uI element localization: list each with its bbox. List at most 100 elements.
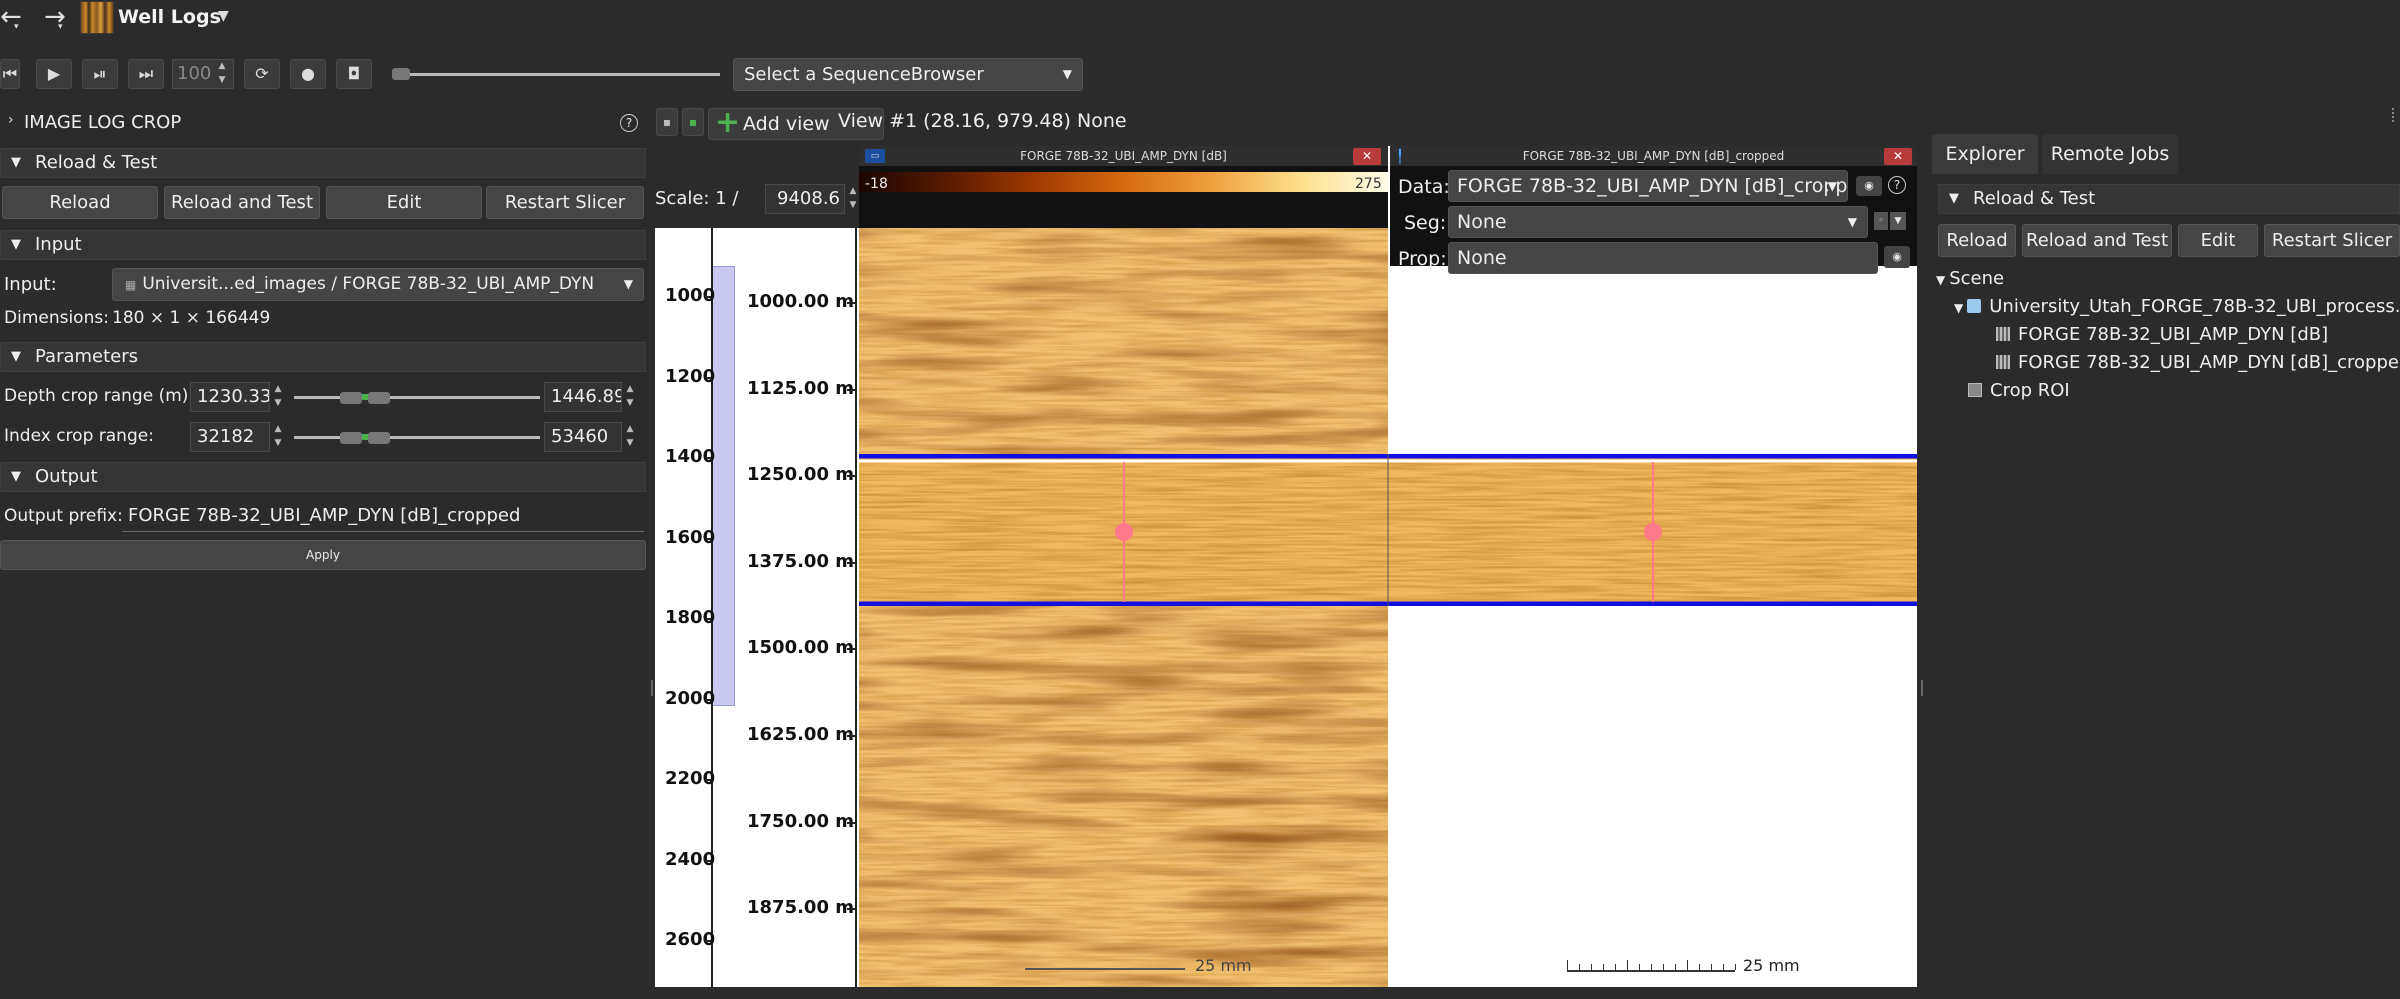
reload-and-test-button[interactable]: Reload and Test	[2022, 224, 2172, 257]
output-prefix-label: Output prefix:	[4, 506, 123, 526]
image-log-original[interactable]	[859, 228, 1388, 987]
chevron-down-icon[interactable]: ▼	[1890, 212, 1906, 230]
reload-button[interactable]: Reload	[2, 186, 158, 219]
track-settings-icon[interactable]: ▭	[865, 149, 885, 163]
splitter-handle[interactable]	[1921, 680, 1923, 696]
index-range-track[interactable]	[294, 436, 540, 439]
help-icon[interactable]: ?	[620, 114, 638, 132]
reload-and-test-button[interactable]: Reload and Test	[164, 186, 320, 219]
depth-tick-mark	[705, 940, 711, 942]
sequence-slider-handle[interactable]	[392, 68, 410, 80]
depth-max-input[interactable]: 1446.89	[544, 382, 622, 412]
tab-explorer[interactable]: Explorer	[1932, 134, 2038, 174]
forward-dropdown-icon[interactable]: ▾	[58, 22, 63, 32]
index-min-input[interactable]: 32182	[190, 422, 270, 452]
input-section-header[interactable]: ▼ Input	[0, 230, 646, 260]
depth-max-spinner[interactable]: ▲ ▼	[622, 382, 638, 412]
view-info-text: View #1 (28.16, 979.48) None	[838, 110, 1127, 132]
depth-range-bar[interactable]	[711, 266, 735, 706]
index-max-spinner[interactable]: ▲ ▼	[622, 422, 638, 452]
scalebar-tick	[1663, 964, 1664, 970]
play-button[interactable]: ▶	[36, 59, 72, 89]
sequence-slider-track[interactable]	[394, 73, 720, 76]
close-icon[interactable]: ✕	[1884, 148, 1912, 165]
collapse-triangle-icon: ▼	[11, 155, 21, 170]
tree-item-volume-cropped[interactable]: FORGE 78B-32_UBI_AMP_DYN [dB]_cropped	[1996, 352, 2400, 373]
tree-folder[interactable]: ▼ University_Utah_FORGE_78B-32_UBI_proces…	[1954, 296, 2400, 317]
restart-slicer-button[interactable]: Restart Slicer	[2264, 224, 2400, 257]
last-frame-button[interactable]: ⏭	[128, 59, 164, 89]
plus-icon: +	[715, 105, 741, 140]
seg-select[interactable]: None ▼	[1448, 206, 1868, 238]
data-label: Data:	[1398, 176, 1450, 198]
tree-item-roi[interactable]: Crop ROI	[1968, 380, 2070, 401]
record-button[interactable]: ●	[290, 59, 326, 89]
prop-select[interactable]: None	[1448, 242, 1878, 274]
depth-range-track[interactable]	[294, 396, 540, 399]
tab-remote-jobs[interactable]: Remote Jobs	[2042, 134, 2178, 174]
data-select[interactable]: FORGE 78B-32_UBI_AMP_DYN [dB]_cropped ▼	[1448, 170, 1848, 202]
depth-range-max-handle[interactable]	[368, 392, 390, 404]
module-title[interactable]: Well Logs	[118, 6, 221, 28]
depth-min-spinner[interactable]: ▲ ▼	[270, 382, 286, 412]
frame-spinner[interactable]: ▲ ▼	[214, 59, 230, 89]
depth-min-input[interactable]: 1230.33	[190, 382, 270, 412]
output-prefix-input[interactable]: FORGE 78B-32_UBI_AMP_DYN [dB]_cropped	[122, 502, 644, 532]
eye-icon[interactable]: ◉	[1856, 176, 1882, 196]
reload-test-section-header[interactable]: ▼ Reload & Test	[0, 148, 646, 178]
depth-range-min-handle[interactable]	[340, 392, 362, 404]
cropped-band[interactable]	[859, 454, 1917, 606]
close-icon[interactable]: ✕	[1353, 148, 1381, 165]
tree-scene[interactable]: ▼ Scene	[1936, 268, 2004, 289]
index-crop-label: Index crop range:	[4, 426, 154, 446]
scalebar-tick	[1675, 964, 1676, 970]
index-min-spinner[interactable]: ▲ ▼	[270, 422, 286, 452]
back-dropdown-icon[interactable]: ▾	[14, 22, 19, 32]
index-max-input[interactable]: 53460	[544, 422, 622, 452]
folder-icon	[1967, 299, 1982, 313]
collapse-triangle-icon: ▼	[11, 237, 21, 252]
view-toggle-icon[interactable]: ▪	[682, 108, 704, 136]
splitter-handle[interactable]	[651, 680, 653, 696]
help-icon[interactable]: ?	[1888, 176, 1906, 194]
scalebar-original: 25 mm	[1025, 956, 1275, 976]
edit-button[interactable]: Edit	[326, 186, 482, 219]
loop-button[interactable]: ⟳	[244, 59, 280, 89]
tree-scene-label: Scene	[1949, 268, 2005, 289]
scalebar-tick	[1639, 964, 1640, 970]
track-pin-icon[interactable]: ╿	[1396, 148, 1404, 168]
md-tick-mark	[847, 475, 855, 478]
edit-button[interactable]: Edit	[2178, 224, 2258, 257]
well-logs-module-icon[interactable]	[80, 1, 114, 34]
well-log-view[interactable]: Scale: 1 / 9408.6 ▲ ▼ 1000 1200 1400 1600 180…	[655, 146, 1917, 987]
restart-slicer-button[interactable]: Restart Slicer	[486, 186, 644, 219]
track-original-header: ▭ FORGE 78B-32_UBI_AMP_DYN [dB] ✕	[859, 146, 1388, 166]
snapshot-button[interactable]: ◘	[336, 59, 372, 89]
tree-item-volume[interactable]: FORGE 78B-32_UBI_AMP_DYN [dB]	[1996, 324, 2328, 345]
seg-options-icon[interactable]: ◦	[1874, 212, 1888, 230]
output-section-header[interactable]: ▼ Output	[0, 462, 646, 492]
md-tick-label: 1625.00 m	[747, 724, 855, 745]
sequence-browser-label: Select a SequenceBrowser	[744, 64, 984, 85]
splitter-handle[interactable]	[2392, 108, 2396, 122]
input-node-select[interactable]: ▦ Universit...ed_images / FORGE 78B-32_UB…	[112, 268, 644, 301]
view-layout-icon[interactable]: ▪	[656, 108, 678, 136]
md-tick-mark	[847, 561, 855, 564]
apply-button[interactable]: Apply	[0, 540, 646, 570]
chevron-down-icon: ▼	[1062, 67, 1072, 81]
index-range-max-handle[interactable]	[368, 432, 390, 444]
scalebar-tick	[1615, 964, 1616, 970]
module-dropdown-icon[interactable]: ▼	[218, 8, 229, 24]
sequence-browser-select[interactable]: Select a SequenceBrowser ▼	[733, 58, 1083, 91]
first-frame-button[interactable]: ⏮	[0, 59, 20, 89]
next-frame-button[interactable]: ⏯	[82, 59, 118, 89]
reload-test-section-header[interactable]: ▼ Reload & Test	[1938, 184, 2400, 214]
parameters-section-header[interactable]: ▼ Parameters	[0, 342, 646, 372]
module-header[interactable]: › IMAGE LOG CROP ?	[0, 110, 646, 140]
colorbar-min: -18	[865, 176, 888, 192]
volume-icon	[1996, 327, 2010, 341]
index-range-min-handle[interactable]	[340, 432, 362, 444]
scale-input[interactable]: 9408.6	[765, 184, 845, 214]
eye-icon[interactable]: ◉	[1884, 246, 1910, 268]
reload-button[interactable]: Reload	[1938, 224, 2016, 257]
